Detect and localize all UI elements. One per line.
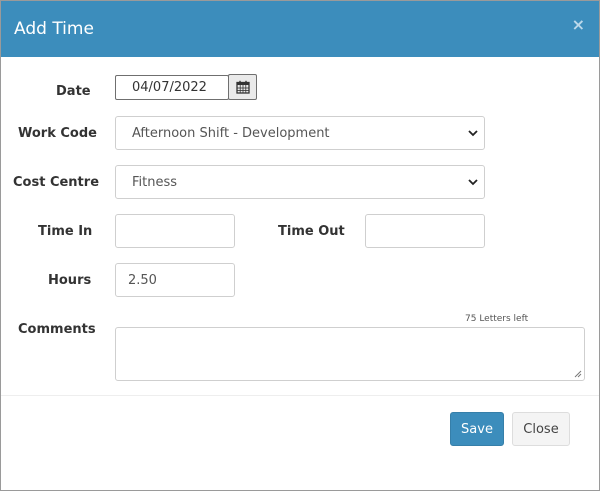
calendar-icon xyxy=(235,80,250,94)
date-picker-button[interactable] xyxy=(228,74,257,100)
comments-counter: 75 Letters left xyxy=(465,314,529,324)
cost-centre-selected-value: Fitness xyxy=(132,174,178,190)
close-button[interactable]: Close xyxy=(512,412,570,446)
work-code-select[interactable]: Afternoon Shift - Development xyxy=(115,116,485,150)
cost-centre-label: Cost Centre xyxy=(13,175,100,190)
footer-divider xyxy=(1,395,599,396)
time-in-label: Time In xyxy=(38,224,93,239)
date-input[interactable]: 04/07/2022 xyxy=(115,75,229,100)
save-button[interactable]: Save xyxy=(450,412,504,446)
time-out-label: Time Out xyxy=(278,224,345,239)
hours-input[interactable]: 2.50 xyxy=(115,263,235,297)
time-in-input[interactable] xyxy=(115,214,235,248)
comments-textarea[interactable] xyxy=(115,327,585,381)
chevron-down-icon xyxy=(468,179,478,186)
resize-handle-icon[interactable] xyxy=(574,370,582,378)
hours-label: Hours xyxy=(48,273,92,288)
comments-label: Comments xyxy=(18,322,96,337)
date-label: Date xyxy=(56,84,91,99)
chevron-down-icon xyxy=(468,130,478,137)
cost-centre-select[interactable]: Fitness xyxy=(115,165,485,199)
dialog-header: Add Time × xyxy=(1,1,599,57)
dialog-title: Add Time xyxy=(14,19,94,39)
work-code-selected-value: Afternoon Shift - Development xyxy=(132,125,330,141)
close-icon[interactable]: × xyxy=(572,17,585,33)
time-out-input[interactable] xyxy=(365,214,485,248)
work-code-label: Work Code xyxy=(18,126,97,141)
add-time-dialog: Add Time × Date 04/07/2022 Work Code Aft… xyxy=(0,0,600,491)
